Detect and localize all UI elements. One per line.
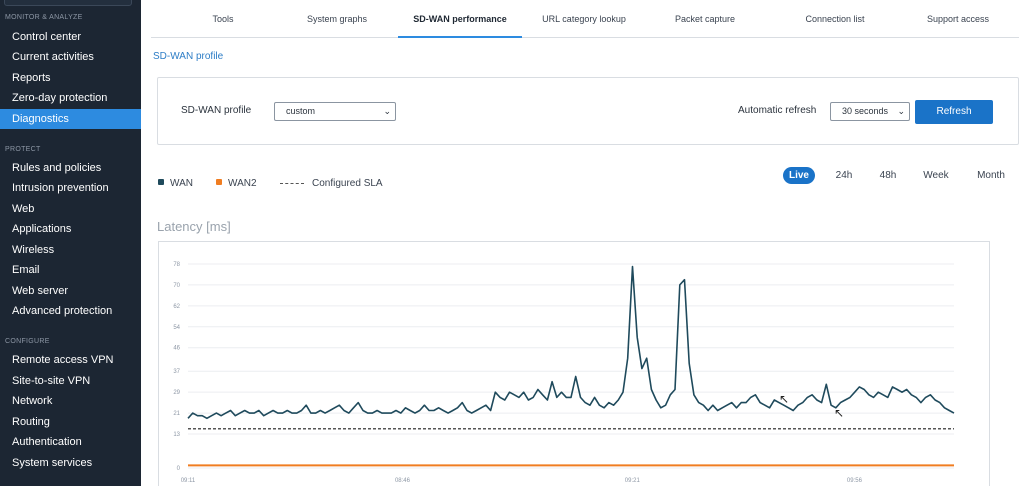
- sidebar-item-advanced-protection[interactable]: Advanced protection: [0, 301, 141, 321]
- sidebar-item-web-server[interactable]: Web server: [0, 281, 141, 301]
- sidebar-item-remote-access-vpn[interactable]: Remote access VPN: [0, 350, 141, 370]
- range-48h[interactable]: 48h: [873, 167, 903, 184]
- profile-select-value: custom: [286, 106, 316, 116]
- y-tick-label: 70: [173, 283, 180, 289]
- sidebar-item-diagnostics[interactable]: Diagnostics: [0, 109, 141, 129]
- refresh-button[interactable]: Refresh: [915, 100, 993, 124]
- y-tick-label: 62: [173, 304, 180, 310]
- section-monitor-analyze: MONITOR & ANALYZE: [5, 14, 83, 21]
- x-tick-label: 09:11: [181, 478, 196, 484]
- wan-series-line: [187, 265, 955, 420]
- y-tick-label: 13: [173, 432, 180, 438]
- tab-tools[interactable]: Tools: [183, 0, 263, 38]
- sidebar-item-site-to-site-vpn[interactable]: Site-to-site VPN: [0, 371, 141, 391]
- sidebar-item-control-center[interactable]: Control center: [0, 27, 141, 47]
- legend-wan2-label: WAN2: [228, 178, 257, 189]
- sidebar-item-system-services[interactable]: System services: [0, 453, 141, 473]
- y-tick-label: 78: [173, 262, 180, 268]
- range-month[interactable]: Month: [969, 167, 1013, 184]
- tab-packet-capture[interactable]: Packet capture: [659, 0, 751, 38]
- range-week[interactable]: Week: [916, 167, 956, 184]
- sidebar-item-current-activities[interactable]: Current activities: [0, 47, 141, 67]
- sidebar-item-authentication[interactable]: Authentication: [0, 432, 141, 452]
- mouse-pointer-icon: ↖: [834, 406, 845, 420]
- chevron-down-icon: ⌄: [897, 106, 905, 116]
- auto-refresh-select[interactable]: 30 seconds ⌄: [830, 102, 910, 121]
- legend-sla-label: Configured SLA: [312, 178, 383, 189]
- y-tick-label: 54: [173, 325, 180, 331]
- range-24h[interactable]: 24h: [829, 167, 859, 184]
- sidebar: MONITOR & ANALYZE Control center Current…: [0, 0, 141, 486]
- legend-item-wan2[interactable]: WAN2: [216, 178, 257, 189]
- x-tick-label: 09:56: [847, 478, 863, 484]
- mouse-pointer-icon: ↖: [779, 392, 790, 406]
- y-tick-label: 37: [173, 369, 180, 375]
- legend-wan-label: WAN: [170, 178, 193, 189]
- section-configure: CONFIGURE: [5, 338, 50, 345]
- y-tick-label: 29: [173, 390, 180, 396]
- x-tick-label: 09:21: [625, 478, 641, 484]
- legend-item-wan[interactable]: WAN: [158, 178, 193, 189]
- sla-swatch: [280, 182, 304, 184]
- y-tick-label: 21: [173, 411, 180, 417]
- auto-refresh-label: Automatic refresh: [738, 105, 817, 116]
- sidebar-item-zero-day-protection[interactable]: Zero-day protection: [0, 88, 141, 108]
- latency-chart: 0 13 21 29 37 46 54 62 70 78 09:11 08:46 09:21 09:56: [158, 241, 990, 486]
- sidebar-item-web[interactable]: Web: [0, 199, 141, 219]
- tab-url-category-lookup[interactable]: URL category lookup: [531, 0, 637, 38]
- wan-swatch: [158, 179, 164, 186]
- profile-label: SD-WAN profile: [181, 105, 252, 116]
- sidebar-item-routing[interactable]: Routing: [0, 412, 141, 432]
- tab-connection-list[interactable]: Connection list: [789, 0, 881, 38]
- legend-item-sla[interactable]: Configured SLA: [280, 178, 383, 189]
- main-content: Tools System graphs SD-WAN performance U…: [141, 0, 1024, 486]
- sidebar-item-reports[interactable]: Reports: [0, 68, 141, 88]
- wan2-swatch: [216, 179, 222, 186]
- sidebar-item-network[interactable]: Network: [0, 391, 141, 411]
- sidebar-item-wireless[interactable]: Wireless: [0, 240, 141, 260]
- range-live[interactable]: Live: [783, 167, 815, 184]
- sidebar-item-intrusion-prevention[interactable]: Intrusion prevention: [0, 178, 141, 198]
- y-tick-label: 0: [177, 466, 181, 472]
- sidebar-search-input[interactable]: [4, 0, 132, 6]
- section-title: SD-WAN profile: [153, 51, 224, 62]
- sidebar-item-rules-and-policies[interactable]: Rules and policies: [0, 158, 141, 178]
- tab-support-access[interactable]: Support access: [913, 0, 1003, 38]
- profile-panel: SD-WAN profile custom ⌄ Automatic refres…: [157, 77, 1019, 145]
- sidebar-item-email[interactable]: Email: [0, 260, 141, 280]
- chart-title: Latency [ms]: [157, 219, 231, 234]
- tab-system-graphs[interactable]: System graphs: [291, 0, 383, 38]
- tab-bar: Tools System graphs SD-WAN performance U…: [151, 0, 1019, 38]
- x-tick-label: 08:46: [395, 478, 411, 484]
- profile-select[interactable]: custom ⌄: [274, 102, 396, 121]
- y-tick-label: 46: [173, 346, 180, 352]
- latency-chart-svg: 0 13 21 29 37 46 54 62 70 78 09:11 08:46 09:21 09:56: [173, 262, 955, 484]
- section-protect: PROTECT: [5, 146, 41, 153]
- sidebar-item-applications[interactable]: Applications: [0, 219, 141, 239]
- tab-sd-wan-performance[interactable]: SD-WAN performance: [398, 0, 522, 38]
- chevron-down-icon: ⌄: [383, 106, 391, 116]
- auto-refresh-value: 30 seconds: [842, 106, 889, 116]
